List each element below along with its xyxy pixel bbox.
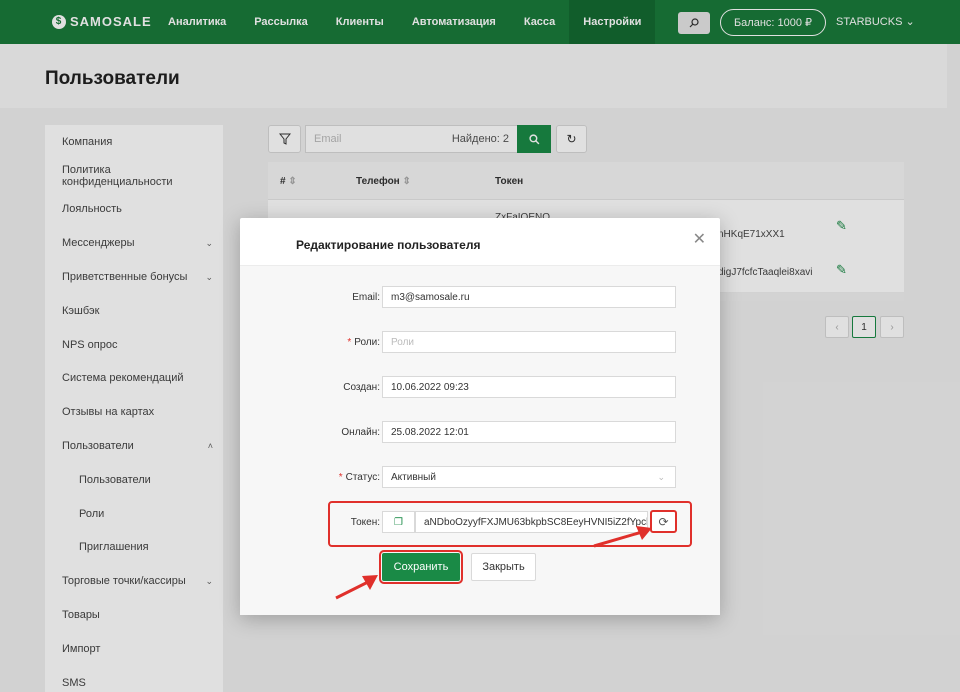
dialog-body: Email: m3@samosale.ru * Роли: Роли Создан… [240,266,720,615]
dialog-header: Редактирование пользователя ✕ [240,218,720,266]
copy-token-button[interactable]: ❐ [382,511,415,533]
dialog-title: Редактирование пользователя [296,238,481,252]
edit-user-dialog: Редактирование пользователя ✕ Email: m3@… [240,218,720,615]
roles-label: * Роли: [347,337,380,348]
close-button[interactable]: Закрыть [471,553,536,581]
chevron-down-icon: ⌄ [657,471,665,482]
arrow-to-refresh-annotation [593,526,652,548]
created-field[interactable]: 10.06.2022 09:23 [382,376,676,398]
status-value: Активный [391,471,436,483]
arrow-to-save-annotation [335,575,378,600]
close-icon[interactable]: ✕ [693,229,706,249]
email-field[interactable]: m3@samosale.ru [382,286,676,308]
created-label: Создан: [343,382,380,393]
copy-icon: ❐ [394,516,403,528]
roles-select[interactable]: Роли [382,331,676,353]
online-field[interactable]: 25.08.2022 12:01 [382,421,676,443]
save-button[interactable]: Сохранить [379,550,463,584]
refresh-icon: ⟳ [658,514,669,529]
status-select[interactable]: Активный ⌄ [382,466,676,488]
status-label: * Статус: [338,472,380,483]
token-label: Токен: [350,517,380,528]
online-label: Онлайн: [341,427,380,438]
email-label: Email: [352,292,380,303]
